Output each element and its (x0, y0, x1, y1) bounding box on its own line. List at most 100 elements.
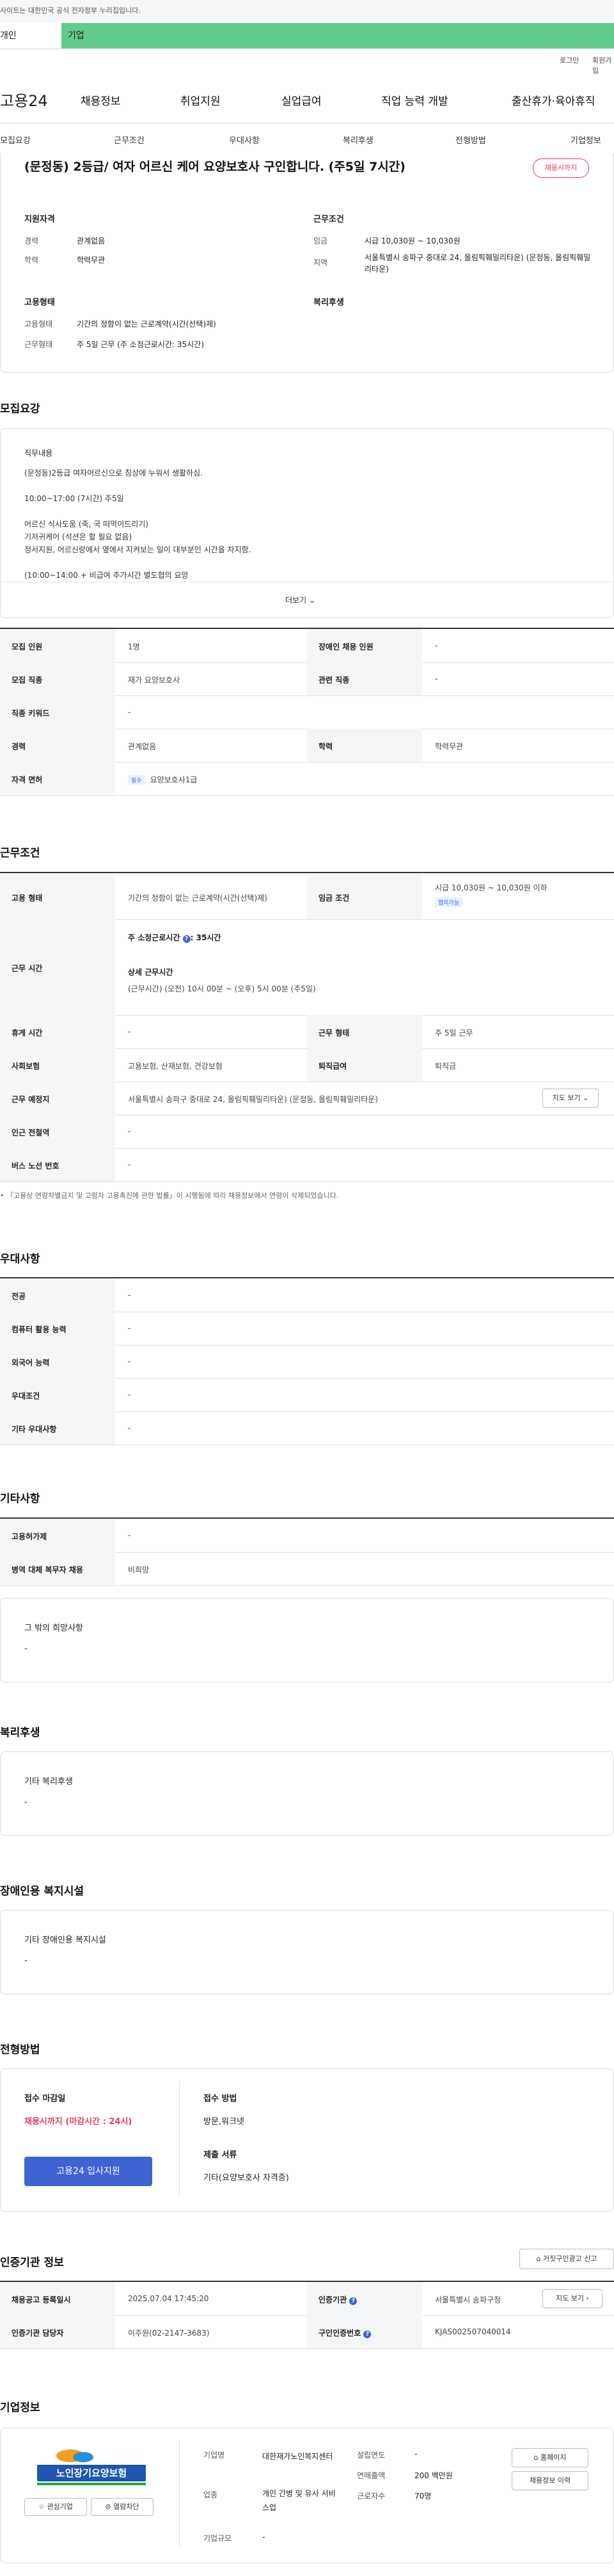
cert-heading: 인증기관 정보 (0, 2256, 64, 2269)
apply-button[interactable]: 고용24 입사지원 (24, 2157, 152, 2186)
docs-value: 기타(요양보호사 자격증) (203, 2173, 289, 2183)
duty-line (24, 505, 574, 518)
apply-card (0, 2068, 614, 2212)
recruit-row-label: 학력 (319, 742, 333, 751)
preference-heading: 우대사항 (0, 1253, 40, 1266)
house-icon: ⌂ (533, 2453, 539, 2462)
gov-banner: 사이트는 대한민국 공식 전자정부 누리집입니다. (0, 0, 614, 23)
duty-line: 10:00~17:00 (7시간) 주5일 (24, 494, 124, 503)
more-button[interactable]: 더보기 ⌄ (285, 594, 315, 605)
preference-label: 컴퓨터 활용 능력 (12, 1325, 67, 1334)
welfare-box-value: - (24, 1797, 28, 1807)
duty-line (24, 479, 574, 492)
license-value: 필수 요양보호사1급 (128, 774, 197, 785)
recruit-heading: 모집요강 (0, 403, 40, 415)
manager-label: 인증기관 담당자 (12, 2329, 64, 2338)
info-icon[interactable]: ? (182, 935, 191, 943)
edu-label: 학력 (24, 256, 39, 265)
map-button[interactable]: 지도 보기 ⌄ (542, 1089, 599, 1108)
status-badge: 채용시까지 (533, 159, 589, 178)
qual-heading: 지원자격 (24, 215, 55, 224)
nav-job-support[interactable]: 취업지원 (180, 92, 221, 108)
emp-label: 고용형태 (24, 320, 53, 329)
retire-value: 퇴직금 (435, 1062, 457, 1071)
nav-job-info[interactable]: 채용정보 (81, 92, 121, 108)
info-icon[interactable]: ? (363, 2331, 372, 2338)
deadline-title: 접수 마감일 (24, 2094, 66, 2104)
homepage-button[interactable]: ⌂ 홈페이지 (512, 2448, 588, 2467)
recruit-row-value: 학력무관 (435, 742, 464, 751)
license-text: 요양보호사1급 (150, 775, 198, 784)
tab-recruit[interactable]: 모집요강 (0, 134, 31, 146)
tab-personal[interactable]: 개인 (0, 23, 61, 49)
recruit-row-label: 장애인 채용 인원 (319, 642, 374, 651)
insurance-value: 고용보험, 산재보험, 건강보험 (128, 1062, 223, 1071)
tab-conditions[interactable]: 근무조건 (114, 134, 145, 146)
recruit-row-label: 모집 인원 (12, 642, 43, 651)
welfare-box-title: 기타 복리후생 (24, 1777, 73, 1787)
method-title: 접수 방법 (203, 2094, 237, 2104)
block-view-button[interactable]: ⊘ 열람차단 (91, 2498, 154, 2516)
tab-company[interactable]: 기업 (61, 23, 614, 49)
etc-value: - (128, 1531, 131, 1540)
favorite-company-button[interactable]: ☆ 관심기업 (24, 2498, 87, 2516)
user-type-tabs: 개인 기업 (0, 23, 614, 49)
duty-line: (10:00~14:00 + 비급여 추가시간 별도협의 요망 (24, 571, 189, 580)
career-label: 경력 (24, 237, 39, 245)
duty-line: (문정동)2등급 여자어르신으로 침상에 누워서 생활하심. (24, 469, 203, 477)
join-link[interactable]: 회원가입 (592, 55, 614, 75)
reg-date-label: 채용공고 등록일시 (12, 2295, 71, 2304)
emp-type-value: 기간의 정함이 없는 근로계약(시간(선택)제) (128, 894, 267, 903)
nav-unemployment[interactable]: 실업급여 (281, 92, 322, 108)
welfare-card (0, 1751, 614, 1836)
preference-value: - (128, 1390, 131, 1399)
preference-value: - (128, 1424, 131, 1432)
detail-hours-value: (근무시간) (오전) 10시 00분 ~ (오후) 5시 00분 (주5일) (128, 984, 316, 993)
industry-value: 개인 간병 및 유사 서비스업 (262, 2489, 336, 2512)
loc-value: 서울특별시 송파구 중대로 24, 올림픽훼밀리타운) (문정동, 올림픽훼밀리… (365, 253, 591, 274)
worktype-cond-label: 근무 형태 (319, 1028, 350, 1037)
preference-label: 전공 (12, 1292, 26, 1301)
company-heading: 기업정보 (0, 2401, 40, 2414)
deadline-value: 채용시까지 (마감시간 : 24시) (24, 2117, 132, 2127)
worktype-cond-value: 주 5일 근무 (435, 1028, 473, 1037)
cert-id-value: KJAS002507040014 (435, 2327, 511, 2336)
place-label: 근무 예정지 (12, 1095, 50, 1104)
reg-date-value: 2025.07.04 17:45:20 (128, 2294, 209, 2303)
chevron-down-icon: ⌄ (308, 596, 316, 605)
disabled-box-title: 기타 장애인용 복지시설 (24, 1936, 106, 1945)
tab-apply[interactable]: 전형방법 (455, 134, 486, 146)
job-history-button[interactable]: 채용정보 이력 (512, 2471, 588, 2490)
duty-title: 직무내용 (24, 449, 53, 458)
login-link[interactable]: 로그인 (560, 55, 579, 65)
site-logo[interactable]: 고용24 (0, 88, 48, 111)
wage-cond-value: 시급 10,030원 ~ 10,030원 이하 (435, 883, 547, 892)
chevron-down-icon: ⌄ (583, 1094, 589, 1102)
recruit-row-value: 재가 요양보호사 (128, 676, 180, 685)
report-button[interactable]: ⌂ 거짓구인광고 신고 (519, 2249, 614, 2269)
recruit-row-label: 직종 키워드 (12, 709, 50, 718)
apply-divider (179, 2081, 180, 2196)
hope-card (0, 1598, 614, 1682)
nav-skills[interactable]: 직업 능력 개발 (381, 92, 448, 108)
tab-welfare[interactable]: 복리후생 (343, 134, 374, 146)
worktype-value: 주 5일 근무 (주 소정근로시간: 35시간) (77, 340, 204, 349)
tab-company-info[interactable]: 기업정보 (571, 134, 601, 146)
cert-map-button[interactable]: 지도 보기 › (542, 2289, 602, 2308)
main-navigation: 고용24 채용정보 취업지원 실업급여 직업 능력 개발 출산휴가·육아휴직 (0, 77, 614, 123)
nav-leave[interactable]: 출산휴가·육아휴직 (512, 92, 595, 108)
info-icon[interactable]: ? (349, 2297, 358, 2305)
recruit-row-label: 경력 (12, 742, 26, 751)
disabled-card (0, 1910, 614, 1994)
wage-label: 임금 (313, 237, 328, 245)
preference-label: 외국어 능력 (12, 1358, 50, 1367)
apply-heading: 전형방법 (0, 2044, 40, 2056)
etc-label: 고용허가제 (12, 1532, 47, 1541)
block-icon: ⊘ (105, 2502, 111, 2511)
duty-line: 정서지원, 어르신랑에서 옆에서 지켜보는 일이 대부분인 시간을 차지함. (24, 545, 251, 554)
tab-preference[interactable]: 우대사항 (229, 134, 260, 146)
company-logo: 노인장기요양보험 (24, 2446, 159, 2490)
recruit-row-value: - (435, 674, 438, 683)
age-note: • 「고용상 연령차별금지 및 고령자 고용촉진에 관한 법률」이 시행됨에 따… (0, 1191, 339, 1200)
cert-org-label: 인증기관 ? (319, 2294, 358, 2305)
